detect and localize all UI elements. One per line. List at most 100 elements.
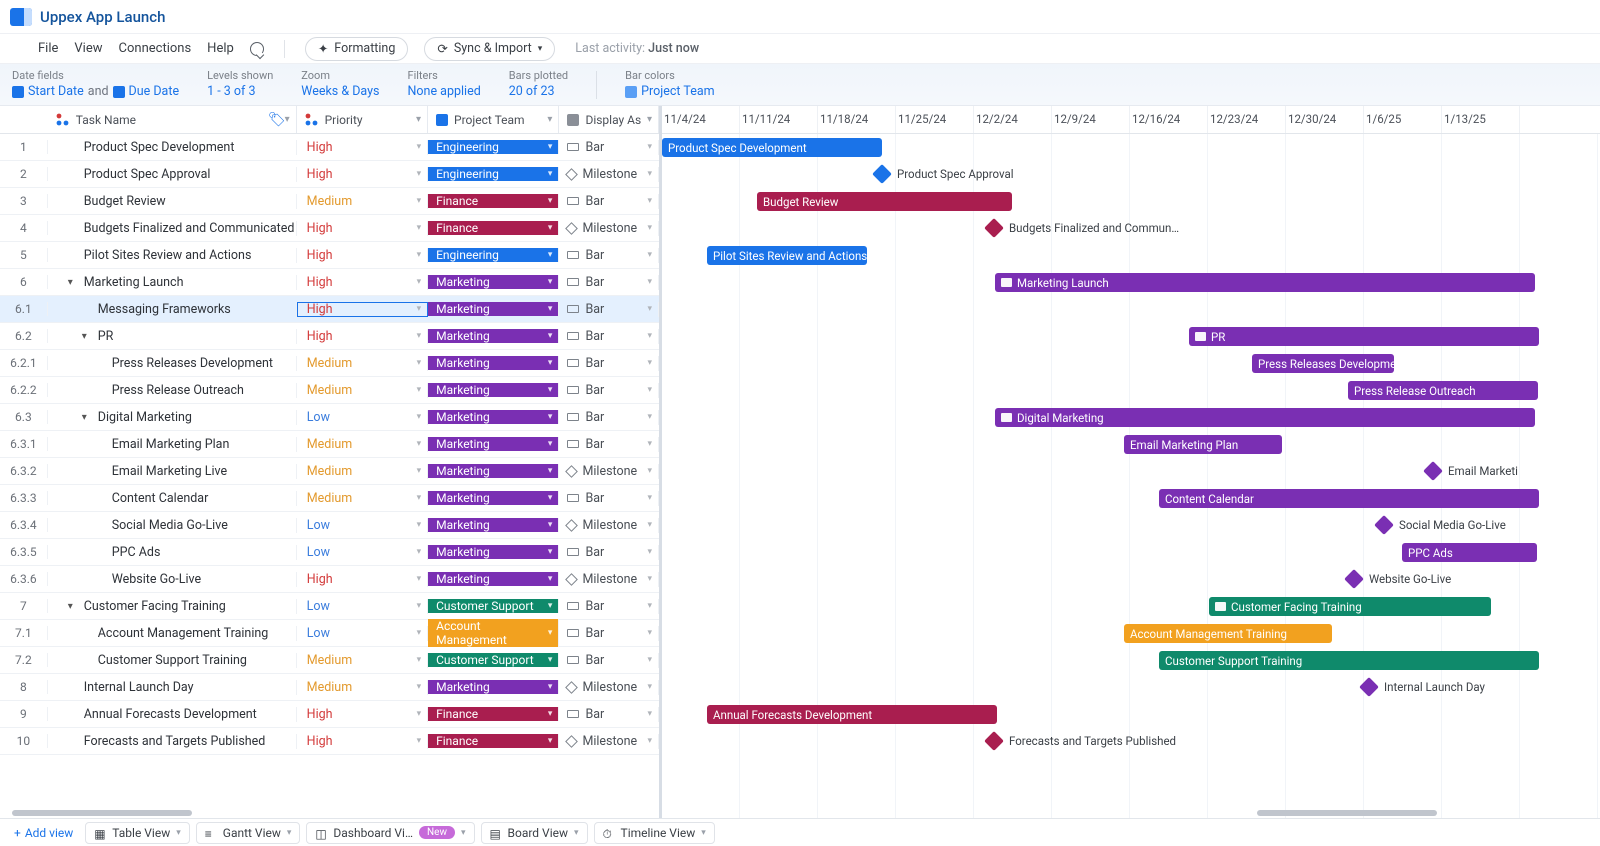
menu-connections[interactable]: Connections bbox=[119, 41, 192, 56]
chevron-down-icon[interactable]: ▾ bbox=[417, 142, 422, 152]
team-cell[interactable]: Engineering▾ bbox=[428, 140, 559, 154]
chevron-down-icon[interactable]: ▾ bbox=[647, 682, 652, 692]
priority-cell[interactable]: Low▾ bbox=[297, 545, 428, 560]
table-row[interactable]: 7.1Account Management TrainingLow▾Accoun… bbox=[0, 620, 659, 647]
gantt-milestone[interactable]: Internal Launch Day bbox=[1362, 680, 1485, 694]
table-row[interactable]: 9Annual Forecasts DevelopmentHigh▾Financ… bbox=[0, 701, 659, 728]
chevron-down-icon[interactable]: ▾ bbox=[647, 412, 652, 422]
chat-icon[interactable] bbox=[250, 42, 264, 56]
menu-view[interactable]: View bbox=[74, 41, 102, 56]
chevron-down-icon[interactable]: ▾ bbox=[417, 439, 422, 449]
team-cell[interactable]: Customer Support▾ bbox=[428, 599, 559, 613]
team-cell[interactable]: Engineering▾ bbox=[428, 248, 559, 262]
table-row[interactable]: 5Pilot Sites Review and ActionsHigh▾Engi… bbox=[0, 242, 659, 269]
chevron-down-icon[interactable]: ▾ bbox=[417, 466, 422, 476]
team-cell[interactable]: Marketing▾ bbox=[428, 464, 559, 478]
priority-cell[interactable]: Low▾ bbox=[297, 599, 428, 614]
chevron-down-icon[interactable]: ▾ bbox=[647, 601, 652, 611]
view-tab[interactable]: ⏱Timeline View▾ bbox=[594, 822, 715, 844]
team-cell[interactable]: Marketing▾ bbox=[428, 680, 559, 694]
config-bars[interactable]: Bars plotted20 of 23 bbox=[509, 69, 568, 99]
gantt-bar[interactable]: Budget Review bbox=[757, 192, 1012, 211]
chevron-down-icon[interactable]: ▾ bbox=[548, 304, 553, 314]
chevron-down-icon[interactable]: ▾ bbox=[417, 709, 422, 719]
team-cell[interactable]: Marketing▾ bbox=[428, 275, 559, 289]
chevron-down-icon[interactable]: ▾ bbox=[417, 169, 422, 179]
gantt-bar[interactable]: PR bbox=[1189, 327, 1539, 346]
gantt-bar[interactable]: Marketing Launch bbox=[995, 273, 1535, 292]
chevron-down-icon[interactable]: ▾ bbox=[647, 331, 652, 341]
display-cell[interactable]: Bar▾ bbox=[559, 356, 659, 371]
team-cell[interactable]: Marketing▾ bbox=[428, 410, 559, 424]
chevron-down-icon[interactable]: ▾ bbox=[417, 655, 422, 665]
chevron-down-icon[interactable]: ▾ bbox=[647, 736, 652, 746]
priority-cell[interactable]: Medium▾ bbox=[297, 653, 428, 668]
expand-caret-icon[interactable]: ▾ bbox=[68, 601, 78, 612]
chevron-down-icon[interactable]: ▾ bbox=[548, 223, 553, 233]
chevron-down-icon[interactable]: ▾ bbox=[176, 828, 181, 838]
display-cell[interactable]: Milestone▾ bbox=[559, 734, 659, 749]
col-task[interactable]: Task Name 🏷 ▾ bbox=[48, 106, 297, 133]
table-row[interactable]: 7▾Customer Facing TrainingLow▾Customer S… bbox=[0, 593, 659, 620]
table-row[interactable]: 7.2Customer Support TrainingMedium▾Custo… bbox=[0, 647, 659, 674]
chevron-down-icon[interactable]: ▾ bbox=[647, 439, 652, 449]
chevron-down-icon[interactable]: ▾ bbox=[548, 250, 553, 260]
display-cell[interactable]: Bar▾ bbox=[559, 275, 659, 290]
chevron-down-icon[interactable]: ▾ bbox=[548, 466, 553, 476]
priority-cell[interactable]: Low▾ bbox=[297, 626, 428, 641]
chevron-down-icon[interactable]: ▾ bbox=[417, 304, 422, 314]
gantt-bar[interactable]: PPC Ads bbox=[1402, 543, 1537, 562]
expand-caret-icon[interactable]: ▾ bbox=[68, 277, 78, 288]
timeline-body[interactable]: Product Spec DevelopmentProduct Spec App… bbox=[662, 134, 1600, 818]
priority-cell[interactable]: Medium▾ bbox=[297, 437, 428, 452]
chevron-down-icon[interactable]: ▾ bbox=[647, 466, 652, 476]
chevron-down-icon[interactable]: ▾ bbox=[647, 304, 652, 314]
task-cell[interactable]: Annual Forecasts Development bbox=[48, 707, 297, 722]
chevron-down-icon[interactable]: ▾ bbox=[417, 574, 422, 584]
tag-icon[interactable]: 🏷 bbox=[268, 112, 286, 128]
chevron-down-icon[interactable]: ▾ bbox=[417, 223, 422, 233]
table-row[interactable]: 6.3.5PPC AdsLow▾Marketing▾Bar▾ bbox=[0, 539, 659, 566]
chevron-down-icon[interactable]: ▾ bbox=[417, 412, 422, 422]
chevron-down-icon[interactable]: ▾ bbox=[548, 439, 553, 449]
priority-cell[interactable]: Low▾ bbox=[297, 410, 428, 425]
display-cell[interactable]: Bar▾ bbox=[559, 383, 659, 398]
config-filters[interactable]: FiltersNone applied bbox=[408, 69, 481, 99]
display-cell[interactable]: Bar▾ bbox=[559, 491, 659, 506]
gantt-bar[interactable]: Press Releases Development bbox=[1252, 354, 1394, 373]
chevron-down-icon[interactable]: ▾ bbox=[647, 493, 652, 503]
task-cell[interactable]: Product Spec Approval bbox=[48, 167, 297, 182]
priority-cell[interactable]: High▾ bbox=[297, 221, 428, 236]
table-row[interactable]: 4Budgets Finalized and CommunicatedHigh▾… bbox=[0, 215, 659, 242]
task-cell[interactable]: Messaging Frameworks bbox=[48, 302, 297, 317]
display-cell[interactable]: Bar▾ bbox=[559, 653, 659, 668]
display-cell[interactable]: Bar▾ bbox=[559, 599, 659, 614]
table-row[interactable]: 6▾Marketing LaunchHigh▾Marketing▾Bar▾ bbox=[0, 269, 659, 296]
priority-cell[interactable]: High▾ bbox=[297, 329, 428, 344]
team-cell[interactable]: Engineering▾ bbox=[428, 167, 559, 181]
display-cell[interactable]: Bar▾ bbox=[559, 626, 659, 641]
config-bar-colors[interactable]: Bar colorsProject Team bbox=[625, 69, 714, 99]
menu-file[interactable]: File bbox=[38, 41, 58, 56]
chevron-down-icon[interactable]: ▾ bbox=[417, 277, 422, 287]
team-cell[interactable]: Finance▾ bbox=[428, 221, 559, 235]
display-cell[interactable]: Bar▾ bbox=[559, 329, 659, 344]
table-row[interactable]: 2Product Spec ApprovalHigh▾Engineering▾M… bbox=[0, 161, 659, 188]
col-display[interactable]: Display As▾ bbox=[559, 106, 659, 133]
chevron-down-icon[interactable]: ▾ bbox=[548, 547, 553, 557]
gantt-bar[interactable]: Email Marketing Plan bbox=[1124, 435, 1282, 454]
task-cell[interactable]: ▾PR bbox=[48, 329, 297, 344]
task-cell[interactable]: Pilot Sites Review and Actions bbox=[48, 248, 297, 263]
gantt-bar[interactable]: Account Management Training bbox=[1124, 624, 1332, 643]
task-cell[interactable]: Account Management Training bbox=[48, 626, 297, 641]
chevron-down-icon[interactable]: ▾ bbox=[416, 114, 421, 125]
display-cell[interactable]: Milestone▾ bbox=[559, 464, 659, 479]
chevron-down-icon[interactable]: ▾ bbox=[548, 358, 553, 368]
gantt-bar[interactable]: Digital Marketing bbox=[995, 408, 1535, 427]
priority-cell[interactable]: High▾ bbox=[297, 140, 428, 155]
chevron-down-icon[interactable]: ▾ bbox=[647, 196, 652, 206]
priority-cell[interactable]: Medium▾ bbox=[297, 356, 428, 371]
chevron-down-icon[interactable]: ▾ bbox=[647, 547, 652, 557]
team-cell[interactable]: Finance▾ bbox=[428, 194, 559, 208]
chevron-down-icon[interactable]: ▾ bbox=[417, 601, 422, 611]
